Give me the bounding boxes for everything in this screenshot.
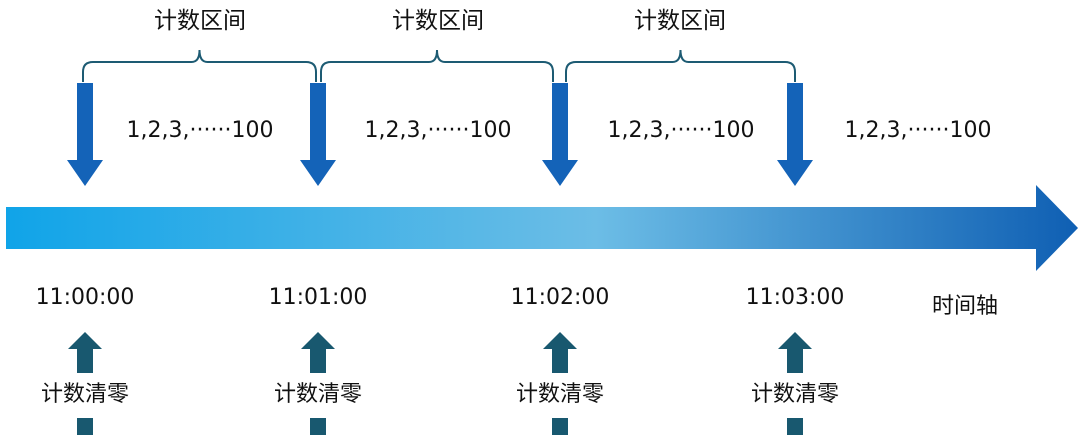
time-label: 11:03:00 (745, 285, 845, 310)
arrow-up-icon (778, 332, 812, 373)
arrow-up-icon (301, 332, 335, 373)
interval-label: 计数区间 (154, 8, 246, 34)
arrow-down-icon (67, 83, 103, 186)
timeline-diagram (6, 49, 1078, 435)
sequence-label: 1,2,3,······100 (607, 118, 755, 143)
arrow-up-icon (543, 332, 577, 373)
time-label: 11:02:00 (510, 285, 610, 310)
sequence-label: 1,2,3,······100 (364, 118, 512, 143)
arrow-stem-icon (787, 418, 803, 435)
interval-bracket (82, 49, 317, 82)
arrow-down-icon (542, 83, 578, 186)
interval-bracket (565, 49, 796, 82)
reset-label: 计数清零 (40, 382, 130, 407)
reset-label: 计数清零 (273, 382, 363, 407)
arrow-stem-icon (552, 418, 568, 435)
reset-label: 计数清零 (750, 382, 840, 407)
arrow-down-icon (300, 83, 336, 186)
arrow-stem-icon (310, 418, 326, 435)
time-label: 11:00:00 (35, 285, 135, 310)
interval-label: 计数区间 (634, 8, 726, 34)
arrow-up-icon (68, 332, 102, 373)
time-axis-arrow-icon (6, 185, 1078, 271)
reset-label: 计数清零 (515, 382, 605, 407)
sequence-label: 1,2,3,······100 (126, 118, 274, 143)
arrow-stem-icon (77, 418, 93, 435)
interval-bracket (320, 49, 554, 82)
time-axis-label: 时间轴 (932, 294, 999, 319)
sequence-label: 1,2,3,······100 (844, 118, 992, 143)
arrow-down-icon (777, 83, 813, 186)
interval-label: 计数区间 (392, 8, 484, 34)
time-label: 11:01:00 (268, 285, 368, 310)
